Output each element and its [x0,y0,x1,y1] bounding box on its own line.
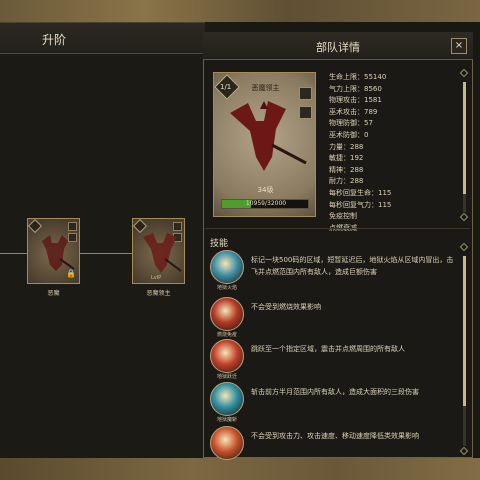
hell-leap-icon[interactable] [210,339,244,373]
section-divider [205,228,470,229]
unit-detail-title: 部队详情 [316,41,360,54]
skill-row[interactable]: 不会受到攻击力、攻击速度、移动速度降低类效果影响 [210,426,455,470]
unit-name-demon: 恶魔 [47,290,60,297]
stat-line: 巫术防御：0 [329,130,369,139]
skill-description: 标记一块500码的区域，短暂延迟后，地狱火焰从区域内冒出，击飞并点燃范围内所有敌… [251,256,454,276]
demon-lord-figure-icon [230,101,307,171]
unit-card-demon[interactable]: 🔒 [27,218,80,284]
stat-line: 敏捷：192 [329,154,364,163]
unit-detail-header: 部队详情 × [203,32,473,60]
stat-line: 耐力：288 [329,177,364,186]
skill-row[interactable]: 地狱魔斩 斩击前方半月范围内所有敌人，造成大面积的三段伤害 [210,382,455,426]
stat-line: 物理攻击：1581 [329,96,382,105]
skill-name: 地狱跃迁 [216,374,237,380]
xp-bar: 10959/32000 [221,199,309,209]
skill-row[interactable]: 地狱跃迁 跳跃至一个指定区域，震击并点燃周围的所有敌人 [210,339,455,383]
unit-level-tag: LvlP [151,275,162,281]
stat-line: 每秒回复生命：115 [329,188,392,197]
close-button[interactable]: × [451,38,467,54]
stat-line: 生命上限：55140 [329,73,387,81]
unit-card-demon-lord[interactable]: LvlP [132,218,185,284]
skill-description: 跳跃至一个指定区域，震击并点燃周围的所有敌人 [251,345,405,353]
unit-name-demon-lord: 恶魔领主 [146,290,171,297]
stat-line: 物理防御：57 [329,119,373,128]
xp-text: 10959/32000 [245,200,287,207]
skill-name: 燃烧免疫 [216,332,237,338]
skill-row[interactable]: 燃烧免疫 不会受到燃烧效果影响 [210,297,455,341]
debuff-immune-icon[interactable] [210,426,244,460]
skills-scrollbar[interactable] [463,256,466,446]
skill-description: 不会受到攻击力、攻击速度、移动速度降低类效果影响 [251,432,419,440]
skill-name: 地狱魔斩 [216,417,237,423]
stats-scrollbar[interactable] [463,82,466,212]
skill-description: 不会受到燃烧效果影响 [251,303,321,311]
skill-name: 地狱火焰 [216,285,237,291]
stats-list: 生命上限：55140 气力上限：8560 物理攻击：1581 巫术攻击：789 物理防御… [329,72,459,234]
lock-icon: 🔒 [66,269,76,278]
hell-slash-icon[interactable] [210,382,244,416]
upgrade-title: 升阶 [42,33,67,47]
stat-line: 气力上限：8560 [329,84,382,93]
skill-description: 斩击前方半月范围内所有敌人，造成大面积的三段伤害 [251,388,419,396]
upgrade-header: 升阶 [0,22,205,54]
skills-scroll-thumb[interactable] [463,256,466,406]
stats-scroll-thumb[interactable] [463,82,466,194]
stat-line: 巫术攻击：789 [329,107,378,116]
unit-level: 34级 [257,186,274,194]
stat-line: 精神：288 [329,165,364,174]
map-background-top [0,0,480,22]
hellfire-icon[interactable] [210,250,244,284]
stat-line: 力量：288 [329,142,364,151]
stat-line: 每秒回复气力：115 [329,200,392,209]
skill-row[interactable]: 地狱火焰 标记一块500码的区域，短暂延迟后，地狱火焰从区域内冒出，击飞并点燃范围… [210,250,455,294]
skills-title: 技能 [210,239,229,249]
stat-line: 免疫控制 [329,212,357,221]
burn-immune-icon[interactable] [210,297,244,331]
unit-portrait: 1/1 恶魔领主 34级 10959/32000 [213,72,316,217]
